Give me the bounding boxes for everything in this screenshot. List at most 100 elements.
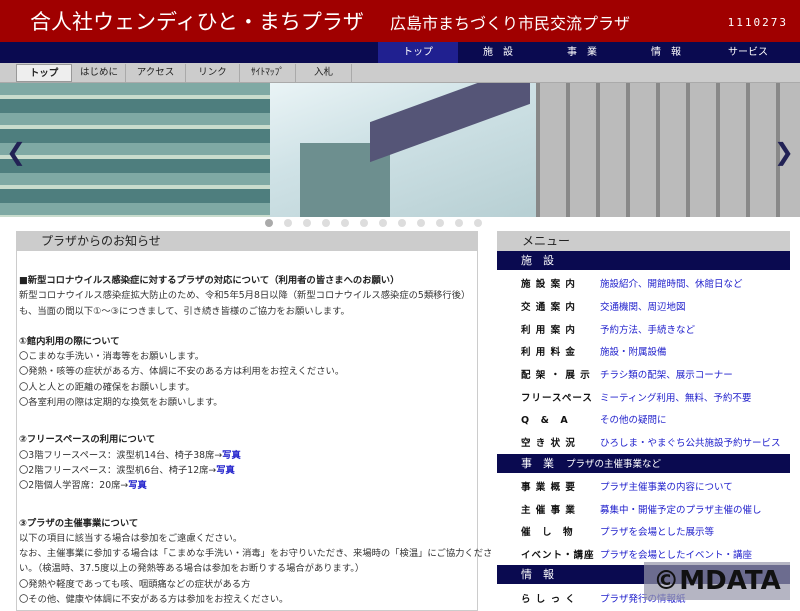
carousel-prev-icon[interactable]: ❮ xyxy=(6,138,26,166)
carousel-dot[interactable] xyxy=(284,219,292,227)
menu-item-label[interactable]: 交 通 案 内 xyxy=(497,299,600,313)
sub-nav: トップ はじめに アクセス リンク ｻｲﾄﾏｯﾌﾟ 入札 xyxy=(0,63,800,83)
menu-item[interactable]: 利 用 料 金施設・附属設備 xyxy=(497,340,790,363)
notice-item: 以下の項目に該当する場合は参加をご遠慮ください。 xyxy=(19,532,243,544)
carousel-dot[interactable] xyxy=(265,219,273,227)
carousel-dot[interactable] xyxy=(436,219,444,227)
menu-item[interactable]: 主 催 事 業募集中・開催予定のプラザ主催の催し xyxy=(497,497,790,520)
menu-item-label[interactable]: 催 し 物 xyxy=(497,524,600,538)
carousel-dot[interactable] xyxy=(474,219,482,227)
notice-item: 〇発熱・咳等の症状がある方、体調に不安のある方は利用をお控えください。 xyxy=(19,366,345,378)
menu-section-header[interactable]: 事 業プラザの主催事業など xyxy=(497,453,790,473)
site-header: 合人社ウェンディひと・まちプラザ 広島市まちづくり市民交流プラザ 1110273 xyxy=(0,0,800,42)
slide-image-entrance xyxy=(536,83,800,217)
nav-service[interactable]: サービス xyxy=(708,42,788,63)
main-nav: トップ 施 設 事 業 情 報 サービス xyxy=(0,42,800,63)
site-title[interactable]: 合人社ウェンディひと・まちプラザ xyxy=(30,6,364,36)
nav-info[interactable]: 情 報 xyxy=(626,42,706,63)
nav-top[interactable]: トップ xyxy=(378,42,458,63)
carousel-dot[interactable] xyxy=(322,219,330,227)
notice-item: 〇各室利用の際は定期的な換気をお願いします。 xyxy=(19,397,223,409)
tab-bidding[interactable]: 入札 xyxy=(296,64,352,82)
notice-text: も、当面の間以下①～③につきまして、引き続き皆様のご協力をお願いします。 xyxy=(19,305,350,317)
menu-item[interactable]: 施 設 案 内施設紹介、開館時間、休館日など xyxy=(497,272,790,295)
menu-item-label[interactable]: イベント・講座 xyxy=(497,547,600,561)
carousel-next-icon[interactable]: ❯ xyxy=(774,138,794,166)
menu-item-link[interactable]: プラザ主催事業の内容について xyxy=(600,479,733,493)
menu-item-label[interactable]: 主 催 事 業 xyxy=(497,502,600,516)
tab-links[interactable]: リンク xyxy=(186,64,240,82)
menu-item-link[interactable]: チラシ類の配架、展示コーナー xyxy=(600,367,733,381)
menu-item-label[interactable]: Q & A xyxy=(497,412,600,426)
menu-item-link[interactable]: ひろしま・やまぐち公共施設予約サービス xyxy=(600,435,781,449)
menu-item-link[interactable]: 募集中・開催予定のプラザ主催の催し xyxy=(600,502,762,516)
carousel-dot[interactable] xyxy=(455,219,463,227)
side-menu: メニュー 施 設施 設 案 内施設紹介、開館時間、休館日など交 通 案 内交通機… xyxy=(497,231,790,611)
menu-item-link[interactable]: 施設紹介、開館時間、休館日など xyxy=(600,276,743,290)
menu-section-title: 施 設 xyxy=(521,254,554,267)
menu-item[interactable]: 事 業 概 要プラザ主催事業の内容について xyxy=(497,475,790,498)
menu-item[interactable]: 配 架 ・ 展 示チラシ類の配架、展示コーナー xyxy=(497,363,790,386)
watermark: ©MDATA xyxy=(644,562,790,600)
menu-item-link[interactable]: 予約方法、手続きなど xyxy=(600,322,695,336)
photo-link[interactable]: 写真 xyxy=(222,450,241,461)
menu-section-header[interactable]: 施 設 xyxy=(497,251,790,270)
menu-item-label[interactable]: 配 架 ・ 展 示 xyxy=(497,367,600,381)
tab-access[interactable]: アクセス xyxy=(126,64,186,82)
carousel-dot[interactable] xyxy=(303,219,311,227)
site-subtitle: 広島市まちづくり市民交流プラザ xyxy=(390,14,631,33)
notice-item: 〇2階フリースペース：涙型机6台、椅子12席→写真 xyxy=(19,464,235,476)
menu-item[interactable]: Q & A その他の疑問に xyxy=(497,408,790,431)
notice-item: 〇人と人との距離の確保をお願いします。 xyxy=(19,381,195,393)
notice-item: 〇こまめな手洗い・消毒等をお願いします。 xyxy=(19,351,205,363)
menu-item[interactable]: 利 用 案 内予約方法、手続きなど xyxy=(497,317,790,340)
menu-item-label[interactable]: 施 設 案 内 xyxy=(497,276,600,290)
carousel-dot[interactable] xyxy=(360,219,368,227)
slide-image-building-glass xyxy=(0,83,270,217)
carousel-dot[interactable] xyxy=(417,219,425,227)
photo-link[interactable]: 写真 xyxy=(128,480,147,491)
menu-item-link[interactable]: 交通機関、周辺地図 xyxy=(600,299,686,313)
menu-item-label[interactable]: ら し っ く xyxy=(497,591,600,605)
photo-link[interactable]: 写真 xyxy=(216,465,235,476)
menu-item[interactable]: 催 し 物プラザを会場とした展示等 xyxy=(497,520,790,543)
nav-facilities[interactable]: 施 設 xyxy=(458,42,538,63)
notice-item: なお、主催事業に参加する場合は「こまめな手洗い・消毒」をお守りいただき、来場時の… xyxy=(19,548,493,560)
notice-heading: プラザからのお知らせ xyxy=(17,231,477,251)
carousel-dot[interactable] xyxy=(379,219,387,227)
notice-item: い。（検温時、37.5度以上の発熱等ある場合は参加をお断りする場合があります。） xyxy=(19,563,365,575)
menu-item-label[interactable]: フリースペース xyxy=(497,390,600,404)
nav-events[interactable]: 事 業 xyxy=(542,42,622,63)
menu-item-label[interactable]: 利 用 料 金 xyxy=(497,344,600,358)
visitor-counter: 1110273 xyxy=(727,16,788,29)
section-heading: ②フリースペースの利用について xyxy=(19,434,156,446)
menu-item-link[interactable]: プラザを会場とした展示等 xyxy=(600,524,714,538)
slide-image-building-bridge xyxy=(270,83,536,217)
tab-intro[interactable]: はじめに xyxy=(73,64,126,82)
menu-section-title: 情 報 xyxy=(521,568,554,582)
image-carousel[interactable]: ❮ ❯ xyxy=(0,83,800,217)
notice-item: 〇3階フリースペース：涙型机14台、椅子38席→写真 xyxy=(19,449,241,461)
notice-item: 〇2階個人学習席：20席→写真 xyxy=(19,480,147,492)
tab-top[interactable]: トップ xyxy=(16,64,72,82)
menu-item-label[interactable]: 事 業 概 要 xyxy=(497,479,600,493)
menu-item-label[interactable]: 利 用 案 内 xyxy=(497,322,600,336)
menu-section-subtitle: プラザの主催事業など xyxy=(566,458,662,470)
carousel-dot[interactable] xyxy=(341,219,349,227)
notice-panel: プラザからのお知らせ ■新型コロナウイルス感染症に対するプラザの対応について（利… xyxy=(16,231,493,611)
menu-item-link[interactable]: その他の疑問に xyxy=(600,412,667,426)
menu-item-label[interactable]: 空 き 状 況 xyxy=(497,435,600,449)
section-heading: ①館内利用の際について xyxy=(19,335,120,347)
carousel-dot[interactable] xyxy=(398,219,406,227)
menu-heading: メニュー xyxy=(497,231,790,251)
menu-item[interactable]: 空 き 状 況ひろしま・やまぐち公共施設予約サービス xyxy=(497,431,790,454)
menu-item-link[interactable]: ミーティング利用、無料、予約不要 xyxy=(600,390,751,404)
menu-item-link[interactable]: 施設・附属設備 xyxy=(600,344,667,358)
menu-item-link[interactable]: プラザを会場としたイベント・講座 xyxy=(600,547,752,561)
notice-text: 新型コロナウイルス感染症拡大防止のため、令和5年5月8日以降（新型コロナウイルス… xyxy=(19,290,471,302)
tab-sitemap[interactable]: ｻｲﾄﾏｯﾌﾟ xyxy=(240,64,296,82)
menu-item[interactable]: 交 通 案 内交通機関、周辺地図 xyxy=(497,295,790,318)
notice-item: 〇発熱や軽度であっても咳、咽頭痛などの症状がある方 xyxy=(19,578,251,590)
menu-item[interactable]: フリースペース ミーティング利用、無料、予約不要 xyxy=(497,385,790,408)
menu-section-title: 事 業 xyxy=(521,456,554,470)
